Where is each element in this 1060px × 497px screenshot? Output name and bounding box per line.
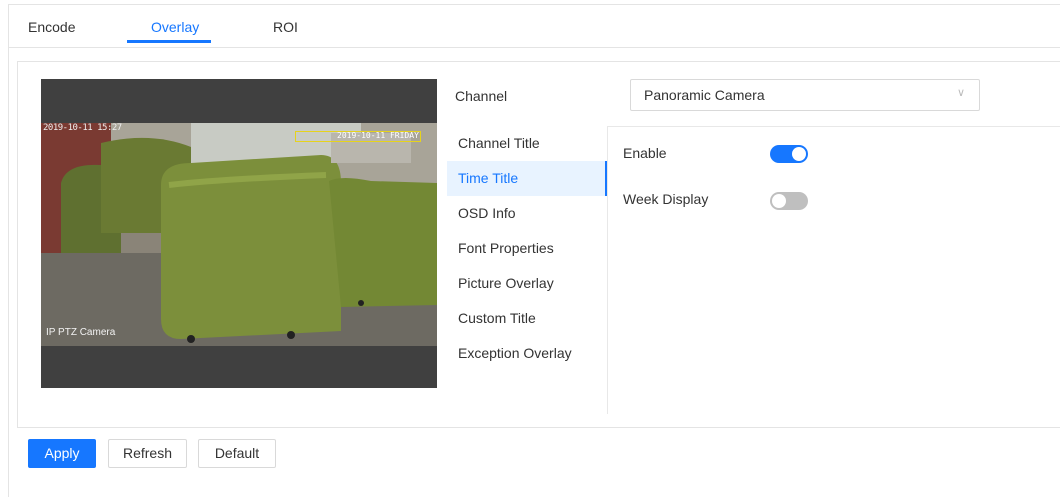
refresh-button[interactable]: Refresh [108,439,187,468]
channel-label: Channel [455,88,508,104]
camera-scene-image [41,123,437,346]
osd-channel-name: IP PTZ Camera [46,327,116,338]
channel-select[interactable]: Panoramic Camera ∨ [630,79,980,111]
channel-select-value: Panoramic Camera [644,87,765,103]
settings-divider-vertical [607,126,608,414]
menu-item-channel-title[interactable]: Channel Title [447,126,607,161]
settings-divider-horizontal [607,126,1060,127]
menu-item-exception-overlay[interactable]: Exception Overlay [447,336,607,371]
tab-roi[interactable]: ROI [273,19,298,35]
menu-item-picture-overlay[interactable]: Picture Overlay [447,266,607,301]
tab-overlay[interactable]: Overlay [151,19,199,35]
toggle-knob [772,194,786,208]
time-title-overlay-text: 2019-10-11 FRIDAY [337,131,419,140]
video-preview[interactable]: 2019-10-11 15:27 2019-10-11 FRIDAY IP PT… [41,79,437,388]
enable-label: Enable [623,145,667,161]
default-button[interactable]: Default [198,439,276,468]
menu-item-osd-info[interactable]: OSD Info [447,196,607,231]
chevron-down-icon: ∨ [956,87,965,99]
enable-toggle[interactable] [770,145,808,163]
menu-item-time-title[interactable]: Time Title [447,161,607,196]
active-tab-indicator [127,40,211,43]
week-display-toggle[interactable] [770,192,808,210]
osd-time-text: 2019-10-11 15:27 [43,123,122,133]
menu-item-custom-title[interactable]: Custom Title [447,301,607,336]
week-display-label: Week Display [623,191,709,207]
menu-item-font-properties[interactable]: Font Properties [447,231,607,266]
toggle-knob [792,147,806,161]
tab-encode[interactable]: Encode [28,19,75,35]
apply-button[interactable]: Apply [28,439,96,468]
